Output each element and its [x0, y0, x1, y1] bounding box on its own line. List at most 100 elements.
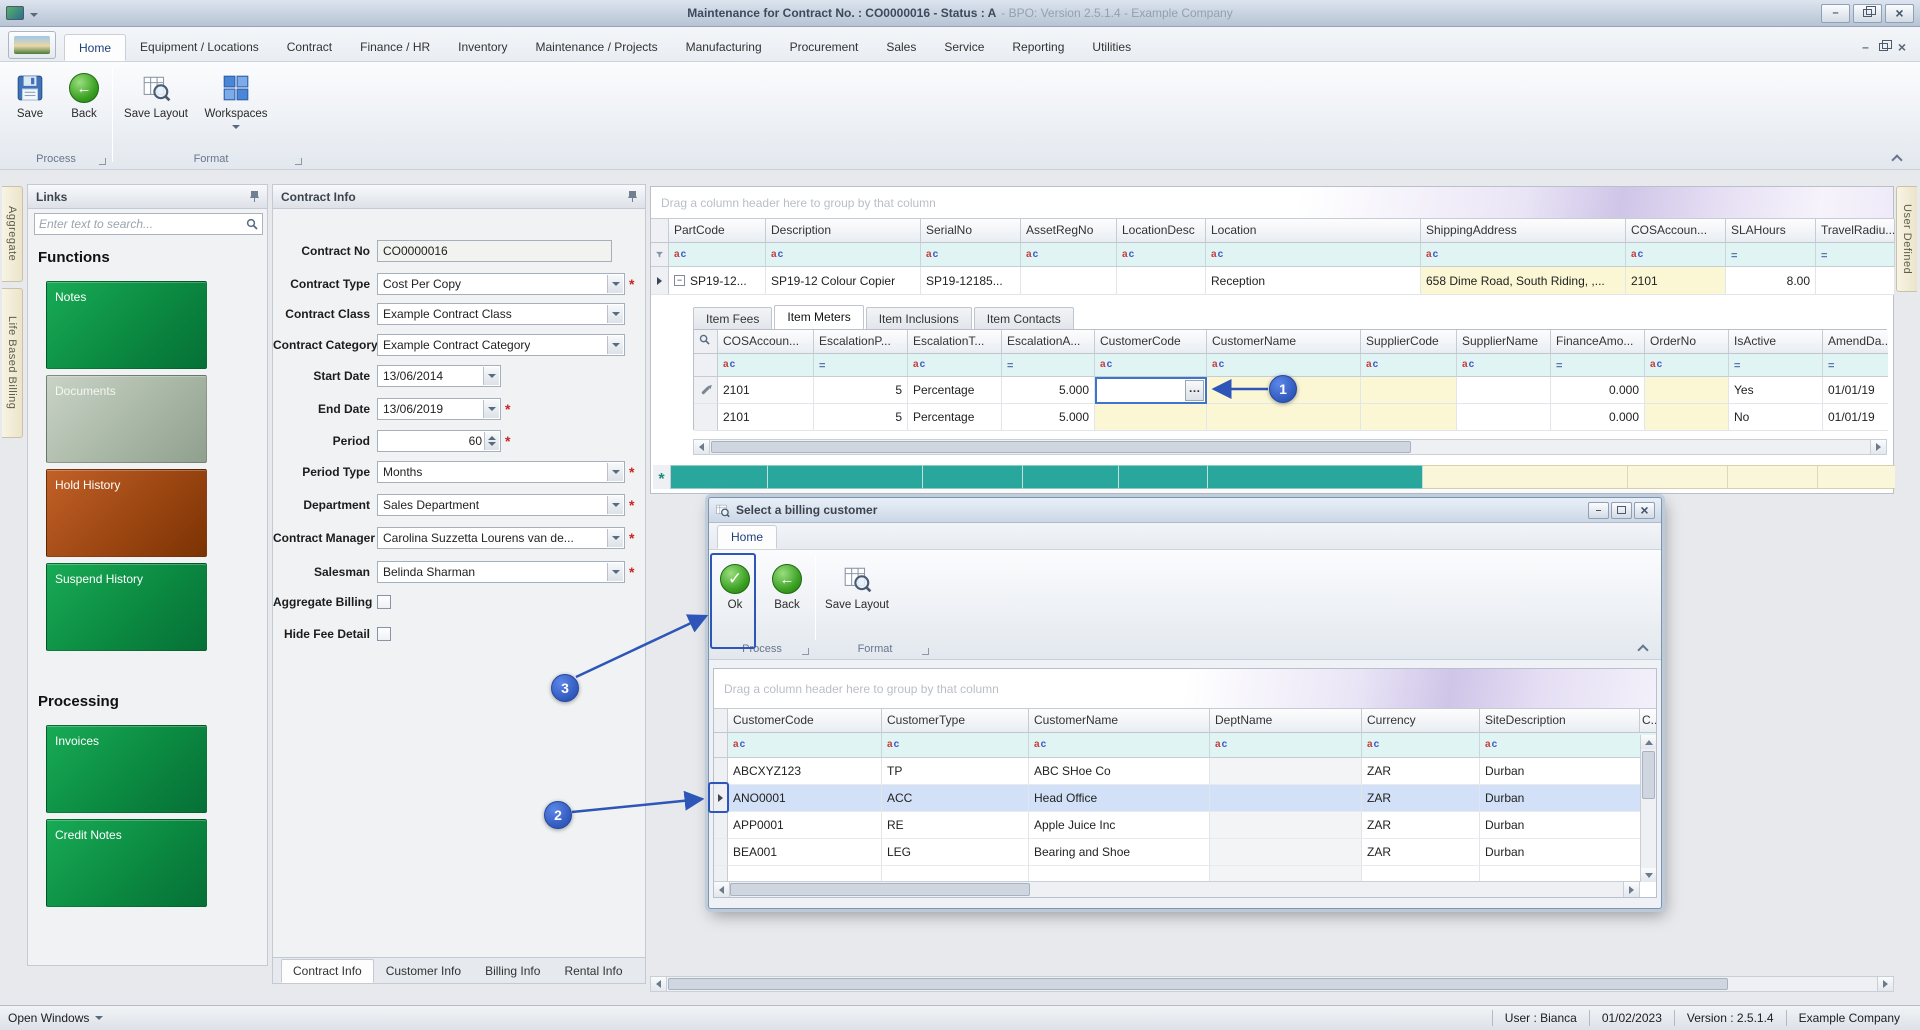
- grid-cell[interactable]: [1095, 404, 1207, 431]
- open-windows-button[interactable]: Open Windows: [8, 1011, 103, 1025]
- suspend-history-button[interactable]: Suspend History: [46, 563, 207, 651]
- text-filter-icon[interactable]: [1462, 360, 1475, 370]
- end-date-picker[interactable]: 13/06/2019: [377, 398, 501, 420]
- numeric-filter-icon[interactable]: [1007, 358, 1013, 372]
- column-header-cosaccount[interactable]: COSAccoun...: [1626, 219, 1726, 243]
- grid-cell[interactable]: SP19-12 Colour Copier: [766, 267, 921, 295]
- restore-button[interactable]: [1853, 4, 1882, 23]
- tab-service[interactable]: Service: [930, 34, 998, 61]
- grid-cell[interactable]: Percentage: [908, 377, 1002, 404]
- grid-cell[interactable]: 658 Dime Road, South Riding, ,...: [1421, 267, 1626, 295]
- grid-cell[interactable]: 0.000: [1551, 404, 1645, 431]
- documents-button[interactable]: Documents: [46, 375, 207, 463]
- column-header-customertype[interactable]: CustomerType: [882, 709, 1029, 733]
- column-header-location[interactable]: Location: [1206, 219, 1421, 243]
- ok-button[interactable]: Ok: [715, 558, 755, 642]
- scroll-right-icon[interactable]: [1623, 882, 1639, 897]
- chevron-down-icon[interactable]: [483, 367, 499, 385]
- tab-finance-hr[interactable]: Finance / HR: [346, 34, 444, 61]
- chevron-down-icon[interactable]: [607, 563, 623, 581]
- dialog-maximize-button[interactable]: [1611, 502, 1632, 519]
- dialog-launcher-icon[interactable]: [99, 158, 106, 165]
- grid-cell[interactable]: Durban: [1480, 785, 1640, 812]
- grid-cell[interactable]: BEA001: [728, 839, 882, 866]
- scroll-left-icon[interactable]: [651, 977, 667, 991]
- mdi-restore-button[interactable]: [1879, 43, 1888, 51]
- grid-cell[interactable]: [1207, 404, 1361, 431]
- text-filter-icon[interactable]: [1211, 250, 1224, 260]
- grid-cell[interactable]: [1210, 839, 1362, 866]
- meters-horizontal-scrollbar[interactable]: [693, 439, 1887, 455]
- grid-cell[interactable]: Percentage: [908, 404, 1002, 431]
- scroll-left-icon[interactable]: [714, 882, 730, 897]
- side-tab-life-based-billing[interactable]: Life Based Billing: [2, 288, 23, 438]
- notes-button[interactable]: Notes: [46, 281, 207, 369]
- grid-cell[interactable]: [1117, 267, 1206, 295]
- text-filter-icon[interactable]: [887, 740, 900, 750]
- scroll-down-icon[interactable]: [1641, 868, 1656, 882]
- collapse-ribbon-icon[interactable]: [1637, 644, 1648, 655]
- tab-item-contacts[interactable]: Item Contacts: [974, 307, 1074, 329]
- tab-item-inclusions[interactable]: Item Inclusions: [866, 307, 972, 329]
- grid-cell[interactable]: 5.000: [1002, 377, 1095, 404]
- grid-cell[interactable]: [1457, 377, 1551, 404]
- numeric-filter-icon[interactable]: [819, 358, 825, 372]
- column-header-escalationt[interactable]: EscalationT...: [908, 330, 1002, 354]
- text-filter-icon[interactable]: [1026, 250, 1039, 260]
- grid-cell[interactable]: LEG: [882, 839, 1029, 866]
- text-filter-icon[interactable]: [1367, 740, 1380, 750]
- tab-rental-info[interactable]: Rental Info: [552, 959, 634, 983]
- column-header-amenddate[interactable]: AmendDa...: [1823, 330, 1888, 354]
- chevron-down-icon[interactable]: [607, 305, 623, 323]
- period-stepper[interactable]: 60: [377, 430, 501, 452]
- grid-cell[interactable]: [1021, 267, 1117, 295]
- grid-cell[interactable]: ABCXYZ123: [728, 758, 882, 785]
- hold-history-button[interactable]: Hold History: [46, 469, 207, 557]
- search-input[interactable]: [39, 217, 246, 231]
- grid-cell[interactable]: ZAR: [1362, 812, 1480, 839]
- customer-row[interactable]: APP0001 RE Apple Juice Inc ZAR Durban: [714, 812, 1656, 839]
- scroll-right-icon[interactable]: [1877, 977, 1893, 991]
- main-horizontal-scrollbar[interactable]: [650, 976, 1894, 992]
- column-header-customername[interactable]: CustomerName: [1029, 709, 1210, 733]
- chevron-down-icon[interactable]: [483, 400, 499, 418]
- period-type-select[interactable]: Months: [377, 461, 625, 483]
- text-filter-icon[interactable]: [1212, 360, 1225, 370]
- dialog-launcher-icon[interactable]: [802, 648, 809, 655]
- grid-cell[interactable]: Durban: [1480, 812, 1640, 839]
- scroll-right-icon[interactable]: [1870, 440, 1886, 454]
- grid-cell[interactable]: Head Office: [1029, 785, 1210, 812]
- tab-customer-info[interactable]: Customer Info: [374, 959, 473, 983]
- scrollbar-thumb[interactable]: [1642, 751, 1655, 799]
- scrollbar-thumb[interactable]: [668, 978, 1728, 990]
- text-filter-icon[interactable]: [1631, 250, 1644, 260]
- grid-cell[interactable]: ZAR: [1362, 785, 1480, 812]
- chevron-down-icon[interactable]: [607, 463, 623, 481]
- grid-cell[interactable]: 5: [814, 404, 908, 431]
- back-button[interactable]: Back: [58, 67, 110, 151]
- customer-row[interactable]: BEA001 LEG Bearing and Shoe ZAR Durban: [714, 839, 1656, 866]
- contract-class-select[interactable]: Example Contract Class: [377, 303, 625, 325]
- column-header-customername[interactable]: CustomerName: [1207, 330, 1361, 354]
- column-header-assetregno[interactable]: AssetRegNo: [1021, 219, 1117, 243]
- text-filter-icon[interactable]: [1122, 250, 1135, 260]
- tab-item-fees[interactable]: Item Fees: [693, 307, 772, 329]
- column-header-isactive[interactable]: IsActive: [1729, 330, 1823, 354]
- grid-cell[interactable]: Reception: [1206, 267, 1421, 295]
- column-header-slahours[interactable]: SLAHours: [1726, 219, 1816, 243]
- contract-category-select[interactable]: Example Contract Category: [377, 334, 625, 356]
- side-tab-aggregate[interactable]: Aggregate: [2, 186, 23, 282]
- department-select[interactable]: Sales Department: [377, 494, 625, 516]
- text-filter-icon[interactable]: [733, 740, 746, 750]
- column-header-suppliercode[interactable]: SupplierCode: [1361, 330, 1457, 354]
- text-filter-icon[interactable]: [1485, 740, 1498, 750]
- grid-cell[interactable]: ZAR: [1362, 758, 1480, 785]
- column-header-customercode[interactable]: CustomerCode: [1095, 330, 1207, 354]
- grid-cell[interactable]: 2101: [718, 377, 814, 404]
- tab-item-meters[interactable]: Item Meters: [774, 305, 863, 329]
- text-filter-icon[interactable]: [926, 250, 939, 260]
- side-tab-user-defined[interactable]: User Defined: [1896, 186, 1917, 292]
- save-layout-button[interactable]: Save Layout: [120, 67, 192, 151]
- grid-cell[interactable]: [1210, 812, 1362, 839]
- text-filter-icon[interactable]: [1650, 360, 1663, 370]
